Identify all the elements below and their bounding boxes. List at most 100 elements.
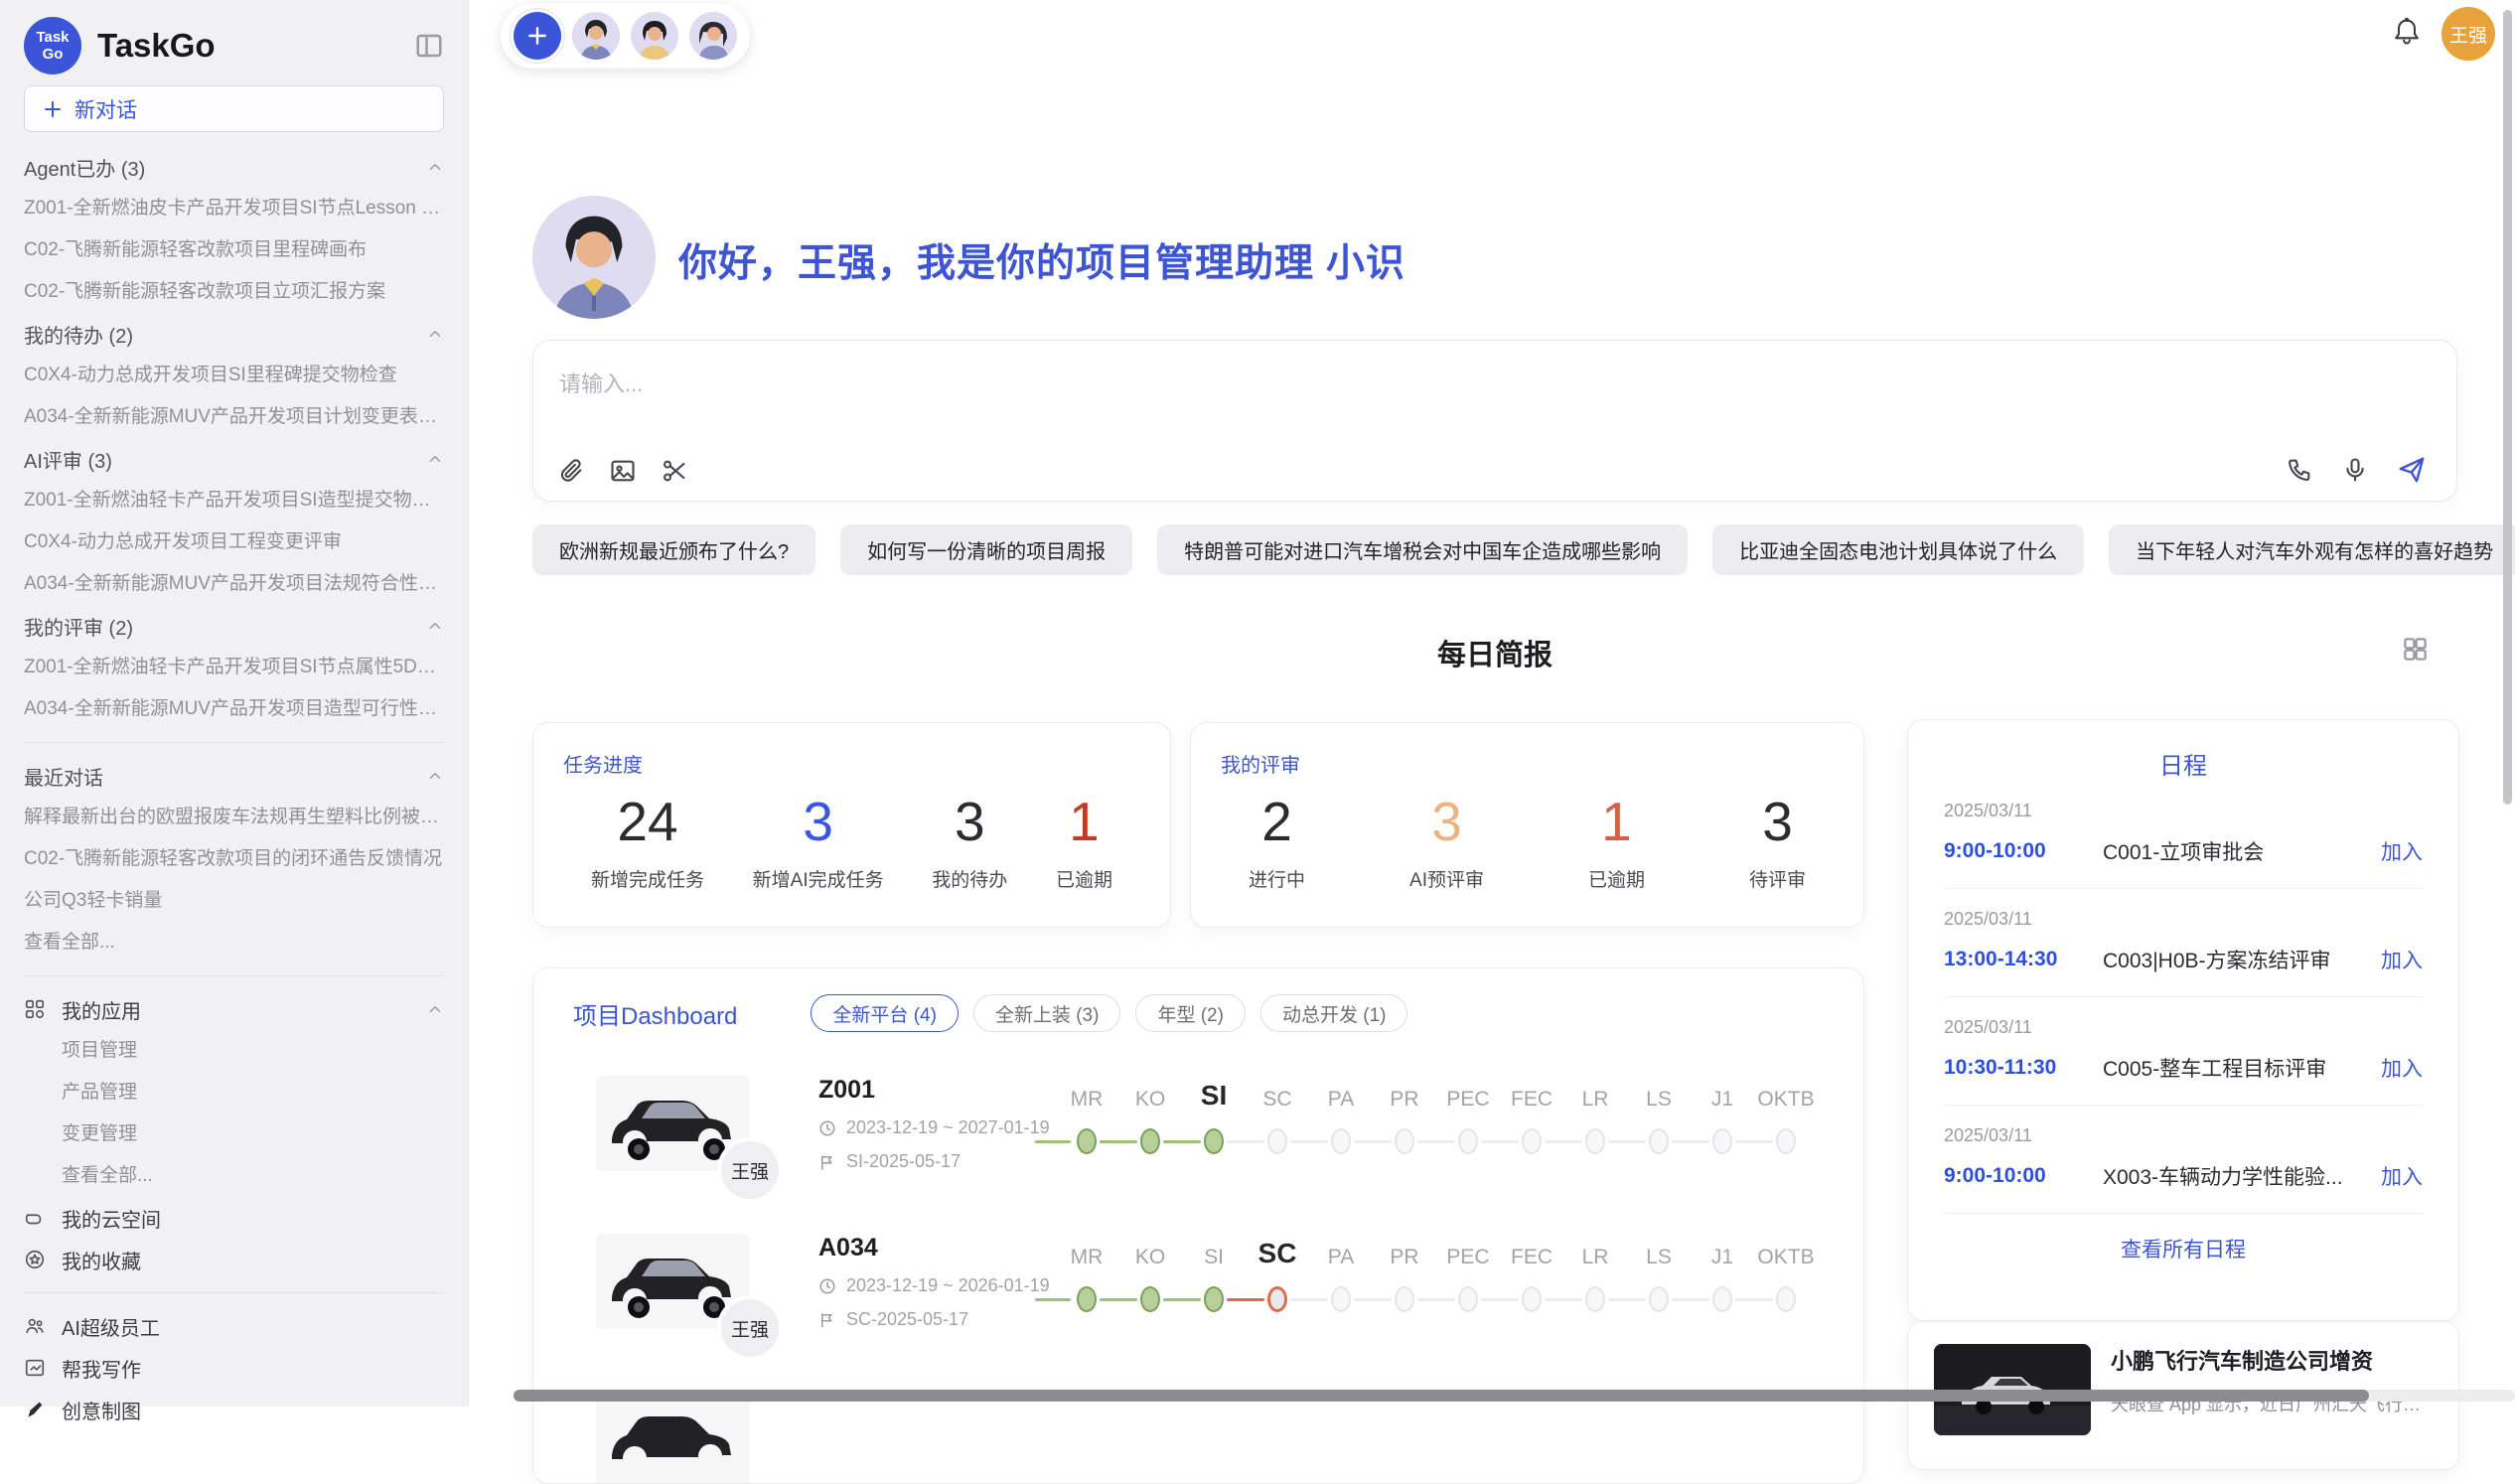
suggestion-chip[interactable]: 欧洲新规最近颁布了什么? (532, 524, 815, 575)
sidebar-item-project-mgmt[interactable]: 项目管理 (24, 1030, 444, 1072)
join-button[interactable]: 加入 (2381, 1161, 2423, 1191)
horizontal-scrollbar[interactable] (514, 1390, 2369, 1402)
sidebar-item-view-all-apps[interactable]: 查看全部... (24, 1155, 444, 1197)
section-header-ai-review[interactable]: AI评审 (3) (24, 438, 444, 480)
schedule-item: 2025/03/11 9:00-10:00 X003-车辆动力学性能验... 加… (1944, 1106, 2423, 1213)
sidebar: Task Go TaskGo 新对话 Agent已办 (3) Z001-全新燃油… (0, 0, 469, 1407)
milestone-connector (1354, 1140, 1392, 1143)
agent-avatar-3[interactable] (689, 12, 737, 60)
chevron-up-icon (426, 450, 444, 468)
suggestion-chip[interactable]: 当下年轻人对汽车外观有怎样的喜好趋势 (2109, 524, 2515, 575)
sidebar-item-ai-super-staff[interactable]: AI超级员工 (24, 1305, 444, 1347)
logo-text-bottom: Go (43, 46, 64, 63)
stat-label: 新增完成任务 (591, 865, 704, 892)
sidebar-item[interactable]: C02-飞腾新能源轻客改款项目立项汇报方案 (24, 271, 444, 313)
cloud-icon (24, 1207, 46, 1229)
sidebar-item[interactable]: 公司Q3轻卡销量 (24, 880, 444, 922)
milestone-dot (1267, 1286, 1287, 1312)
suggestion-chip[interactable]: 如何写一份清晰的项目周报 (840, 524, 1132, 575)
sidebar-item-change-mgmt[interactable]: 变更管理 (24, 1113, 444, 1155)
section-header-agent-done[interactable]: Agent已办 (3) (24, 146, 444, 188)
sidebar-item[interactable]: 解释最新出台的欧盟报废车法规再生塑料比例被调至15%... (24, 797, 444, 838)
project-row-partial[interactable] (573, 1392, 1824, 1484)
bell-icon[interactable] (2391, 16, 2423, 53)
layout-grid-icon[interactable] (2402, 636, 2429, 668)
join-button[interactable]: 加入 (2381, 945, 2423, 974)
stat: 3 新增AI完成任务 (753, 790, 884, 892)
sidebar-item[interactable]: A034-全新新能源MUV产品开发项目法规符合性评审 (24, 563, 444, 605)
milestone-dot (1077, 1128, 1097, 1154)
agent-avatar-1[interactable] (572, 12, 620, 60)
view-all-schedule-link[interactable]: 查看所有日程 (1944, 1234, 2423, 1263)
sidebar-item-help-me-write[interactable]: 帮我写作 (24, 1347, 444, 1389)
vertical-scrollbar[interactable] (2503, 10, 2512, 805)
section-header-my-todo[interactable]: 我的待办 (2) (24, 313, 444, 355)
pen-icon (24, 1399, 46, 1420)
microphone-icon[interactable] (2341, 456, 2369, 484)
project-row[interactable]: 王强 Z001 2023-12-19 ~ 2027-01-19 SI-2025-… (573, 1076, 1824, 1172)
filter-chip[interactable]: 动总开发 (1) (1260, 994, 1408, 1032)
project-code: Z001 (818, 1076, 1055, 1105)
schedule-card: 日程 2025/03/11 9:00-10:00 C001-立项审批会 加入 2… (1907, 719, 2459, 1321)
sidebar-item[interactable]: Z001-全新燃油轻卡产品开发项目SI节点属性5D文件评审 (24, 647, 444, 688)
filter-chip[interactable]: 全新平台 (4) (811, 994, 959, 1032)
filter-chip[interactable]: 年型 (2) (1135, 994, 1246, 1032)
milestone-connector (1163, 1298, 1201, 1301)
sidebar-item[interactable]: A034-全新新能源MUV产品开发项目计划变更表编写 (24, 396, 444, 438)
sidebar-item[interactable]: C02-飞腾新能源轻客改款项目里程碑画布 (24, 229, 444, 271)
user-name: 王强 (2449, 21, 2487, 48)
project-flag-milestone: SC-2025-05-17 (846, 1309, 968, 1330)
sidebar-item[interactable]: Z001-全新燃油轻卡产品开发项目SI造型提交物评审 (24, 480, 444, 521)
grid-icon (24, 998, 46, 1020)
section-header-recent-chats[interactable]: 最近对话 (24, 755, 444, 797)
sidebar-item-my-apps[interactable]: 我的应用 (24, 988, 444, 1030)
sidebar-item[interactable]: Z001-全新燃油皮卡产品开发项目SI节点Lesson Learn报告 (24, 188, 444, 229)
sidebar-item-favorites[interactable]: 我的收藏 (24, 1239, 444, 1280)
phone-icon[interactable] (2286, 456, 2313, 484)
sidebar-item[interactable]: C0X4-动力总成开发项目工程变更评审 (24, 521, 444, 563)
sidebar-item-creative-drawing[interactable]: 创意制图 (24, 1389, 444, 1430)
schedule-date: 2025/03/11 (1944, 909, 2423, 930)
sidebar-item-view-all[interactable]: 查看全部... (24, 922, 444, 964)
milestone-label: MR (1071, 1080, 1104, 1112)
sidebar-item[interactable]: C02-飞腾新能源轻客改款项目的闭环通告反馈情况 (24, 838, 444, 880)
sidebar-item-product-mgmt[interactable]: 产品管理 (24, 1072, 444, 1113)
stat-label: AI预评审 (1409, 865, 1484, 892)
milestone-label: PA (1328, 1238, 1354, 1269)
scissors-icon[interactable] (661, 457, 688, 485)
milestone-dot (1077, 1286, 1097, 1312)
sidebar-item-cloud-space[interactable]: 我的云空间 (24, 1197, 444, 1239)
section-title: AI评审 (3) (24, 445, 112, 474)
suggestion-chip[interactable]: 比亚迪全固态电池计划具体说了什么 (1712, 524, 2084, 575)
stat-value: 3 (753, 790, 884, 853)
milestone-connector (1672, 1298, 1709, 1301)
project-code: A034 (818, 1234, 1055, 1262)
sidebar-item[interactable]: C0X4-动力总成开发项目SI里程碑提交物检查 (24, 355, 444, 396)
new-chat-button[interactable]: 新对话 (24, 85, 444, 132)
project-row[interactable]: 王强 A034 2023-12-19 ~ 2026-01-19 SC-2025-… (573, 1234, 1824, 1330)
suggestion-chip[interactable]: 特朗普可能对进口汽车增税会对中国车企造成哪些影响 (1157, 524, 1688, 575)
divider (24, 742, 444, 743)
panel-toggle-icon[interactable] (414, 31, 444, 61)
sidebar-item-label: 我的收藏 (62, 1246, 444, 1274)
filter-chip[interactable]: 全新上装 (3) (973, 994, 1121, 1032)
new-session-button[interactable] (514, 12, 561, 60)
milestone-dot (1204, 1128, 1224, 1154)
agent-avatar-2[interactable] (631, 12, 678, 60)
milestone-label: LR (1582, 1080, 1609, 1112)
send-icon[interactable] (2397, 455, 2427, 485)
sidebar-item[interactable]: A034-全新新能源MUV产品开发项目造型可行性评审 (24, 688, 444, 730)
paperclip-icon[interactable] (557, 457, 585, 485)
chat-input[interactable]: 请输入... (532, 340, 2457, 502)
milestone-label: PA (1328, 1080, 1354, 1112)
user-avatar[interactable]: 王强 (2441, 7, 2495, 61)
project-dashboard-card: 项目Dashboard 全新平台 (4) 全新上装 (3) 年型 (2) 动总开… (532, 967, 1864, 1484)
milestone-connector (1035, 1140, 1071, 1143)
milestone-connector (1227, 1140, 1264, 1143)
section-header-my-review[interactable]: 我的评审 (2) (24, 605, 444, 647)
schedule-event-title: C003|H0B-方案冻结评审 (2103, 945, 2367, 974)
join-button[interactable]: 加入 (2381, 1053, 2423, 1083)
image-icon[interactable] (609, 457, 637, 485)
join-button[interactable]: 加入 (2381, 836, 2423, 866)
milestone-dot (1712, 1128, 1732, 1154)
